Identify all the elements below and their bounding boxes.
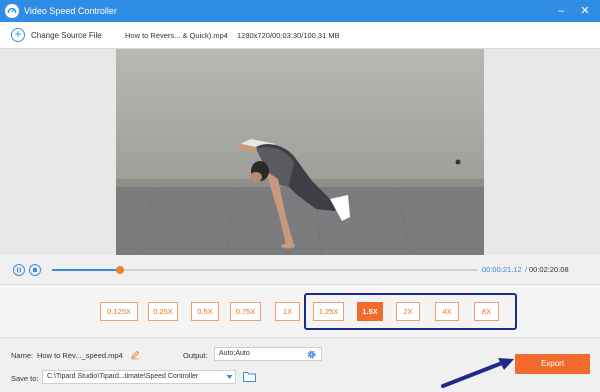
- speed-options-panel: 0.125X 0.25X 0.5X 0.75X 1X 1.25X 1.5X 2X…: [0, 284, 600, 338]
- close-button[interactable]: ✕: [578, 4, 592, 18]
- speed-option-2x[interactable]: 2X: [396, 302, 420, 321]
- save-to-label: Save to:: [11, 374, 39, 383]
- name-label: Name:: [11, 351, 34, 360]
- speed-option-0-25x[interactable]: 0.25X: [148, 302, 178, 321]
- progress-fill: [52, 269, 120, 271]
- folder-icon[interactable]: [243, 371, 256, 382]
- progress-track[interactable]: [52, 266, 477, 274]
- output-file-name: How to Rev..._speed.mp4: [37, 351, 123, 360]
- speed-option-0-75x[interactable]: 0.75X: [230, 302, 261, 321]
- change-source-button[interactable]: Change Source File: [31, 31, 102, 40]
- add-file-icon[interactable]: +: [11, 28, 25, 42]
- gear-icon[interactable]: [306, 349, 317, 360]
- progress-handle[interactable]: [116, 266, 124, 274]
- speed-option-1x[interactable]: 1X: [275, 302, 300, 321]
- speed-option-0-125x[interactable]: 0.125X: [100, 302, 138, 321]
- window-title: Video Speed Controller: [24, 6, 117, 16]
- source-file-info: 1280x720/00:03:30/100.31 MB: [237, 30, 340, 40]
- output-format-value: Auto;Auto: [219, 350, 250, 357]
- speed-option-0-5x[interactable]: 0.5X: [191, 302, 219, 321]
- source-file-name: How to Revers... & Quick).mp4: [125, 30, 228, 40]
- source-bar: + Change Source File How to Revers... & …: [0, 22, 600, 49]
- chevron-down-icon[interactable]: [226, 374, 233, 380]
- pause-icon: [17, 267, 21, 273]
- total-time: 00:02:20.08: [529, 265, 569, 274]
- arrow-pointer-icon: [441, 358, 514, 388]
- speedometer-icon: [5, 4, 19, 18]
- stop-button[interactable]: [29, 264, 41, 276]
- stop-icon: [33, 268, 37, 272]
- edit-icon[interactable]: [130, 350, 140, 360]
- video-preview[interactable]: [116, 49, 484, 255]
- time-separator: /: [525, 265, 528, 274]
- playback-controls: 00:00:21.12 / 00:02:20.08: [0, 258, 600, 282]
- save-path-field[interactable]: C:\Tipard Studio\Tipard...timate\Speed C…: [42, 370, 236, 384]
- speed-option-1-5x[interactable]: 1.5X: [357, 302, 383, 321]
- minimize-button[interactable]: –: [554, 4, 568, 18]
- save-path-value: C:\Tipard Studio\Tipard...timate\Speed C…: [47, 373, 199, 380]
- output-settings: Name: How to Rev..._speed.mp4 Output: Au…: [0, 339, 600, 392]
- output-label: Output:: [183, 351, 208, 360]
- pause-button[interactable]: [13, 264, 25, 276]
- export-button[interactable]: Export: [515, 354, 590, 374]
- speed-option-4x[interactable]: 4X: [435, 302, 459, 321]
- preview-area: [0, 49, 600, 255]
- current-time: 00:00:21.12: [482, 265, 522, 274]
- video-speed-controller-window: Video Speed Controller – ✕ + Change Sour…: [0, 0, 600, 392]
- title-bar: Video Speed Controller – ✕: [0, 0, 600, 22]
- speed-option-1-25x[interactable]: 1.25X: [313, 302, 344, 321]
- speed-option-8x[interactable]: 8X: [474, 302, 499, 321]
